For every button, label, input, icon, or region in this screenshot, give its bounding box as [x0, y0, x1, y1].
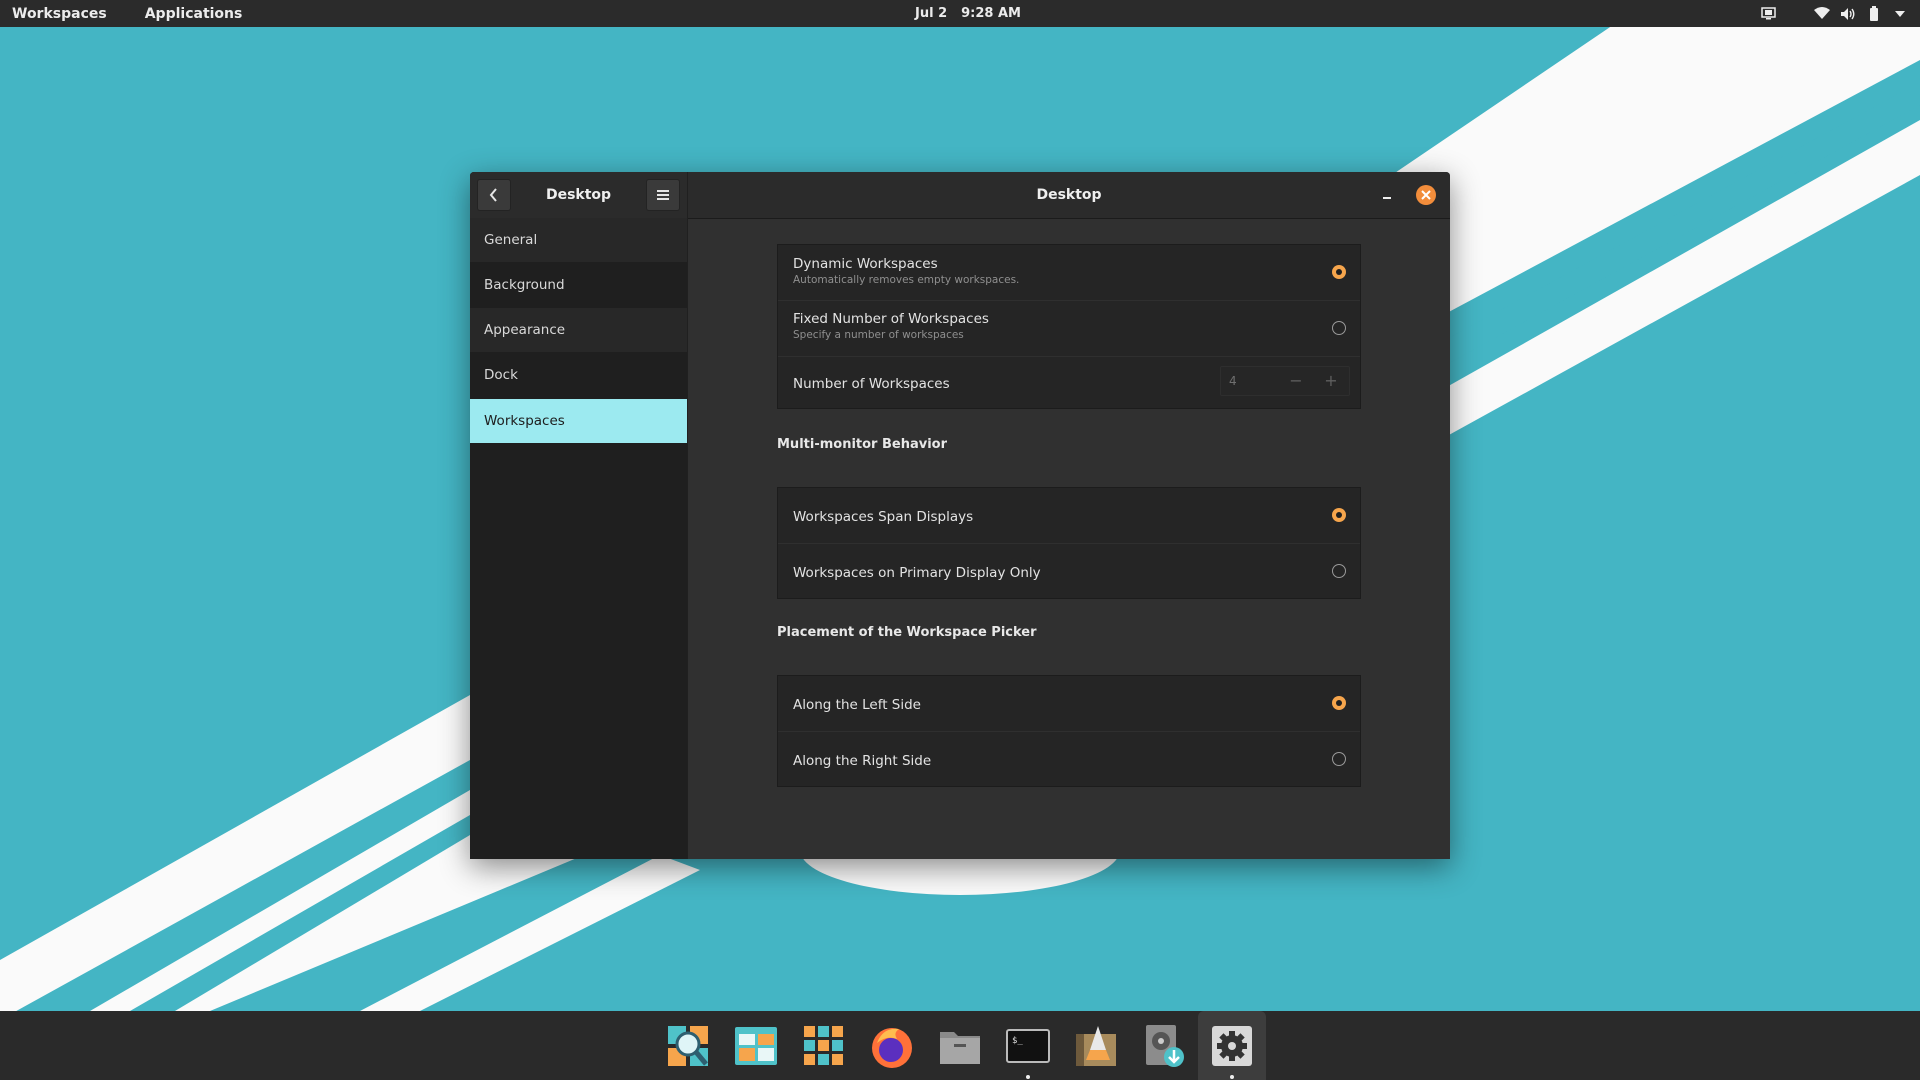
- volume-icon[interactable]: [1840, 6, 1856, 22]
- workspace-count-label: Number of Workspaces: [793, 376, 950, 392]
- option-title: Dynamic Workspaces: [793, 256, 938, 272]
- decrement-button[interactable]: −: [1281, 367, 1311, 395]
- dock-item-files[interactable]: [926, 1011, 994, 1080]
- option-title: Workspaces Span Displays: [793, 509, 974, 525]
- minimize-button[interactable]: [1379, 186, 1395, 202]
- option-subtitle: Specify a number of workspaces: [793, 329, 964, 341]
- fixed-workspaces-radio[interactable]: [1332, 321, 1346, 335]
- wifi-icon[interactable]: [1814, 6, 1830, 22]
- sidebar-header: Desktop: [470, 172, 687, 219]
- gallery-app-icon: [735, 1026, 777, 1065]
- running-indicator: [1230, 1075, 1234, 1079]
- firefox-icon: [872, 1027, 912, 1068]
- chevron-left-icon: [489, 188, 497, 202]
- dock-item-gallery[interactable]: [722, 1011, 790, 1080]
- dock-item-pop-shop[interactable]: [1062, 1011, 1130, 1080]
- sidebar-item-appearance[interactable]: Appearance: [470, 308, 687, 352]
- sidebar-item-general[interactable]: General: [470, 218, 687, 262]
- dynamic-workspaces-radio[interactable]: [1332, 265, 1346, 279]
- option-title: Fixed Number of Workspaces: [793, 311, 989, 327]
- left-side-radio[interactable]: [1332, 696, 1346, 710]
- screen-icon[interactable]: [1760, 6, 1776, 22]
- right-side-row[interactable]: Along the Right Side: [778, 732, 1360, 787]
- installer-icon: [1146, 1024, 1184, 1067]
- multimonitor-heading: Multi-monitor Behavior: [777, 437, 948, 452]
- sidebar-item-label: Appearance: [484, 322, 566, 338]
- dock-item-search[interactable]: [654, 1011, 722, 1080]
- option-title: Along the Right Side: [793, 753, 932, 769]
- workspaces-button[interactable]: Workspaces: [12, 6, 107, 22]
- running-indicator: [1026, 1075, 1030, 1079]
- sidebar-item-label: Dock: [484, 367, 518, 383]
- settings-icon: [1212, 1025, 1252, 1066]
- search-app-icon: [668, 1025, 708, 1066]
- sidebar-item-dock[interactable]: Dock: [470, 353, 687, 397]
- chevron-down-icon[interactable]: [1892, 6, 1908, 22]
- span-displays-row[interactable]: Workspaces Span Displays: [778, 488, 1360, 543]
- span-displays-radio[interactable]: [1332, 508, 1346, 522]
- window-title: Desktop: [1036, 187, 1102, 203]
- dock-item-firefox[interactable]: [858, 1011, 926, 1080]
- top-bar: Workspaces Applications Jul 2 9:28 AM: [0, 0, 1920, 27]
- option-title: Along the Left Side: [793, 697, 921, 713]
- close-icon: [1421, 190, 1431, 200]
- sidebar-item-label: Background: [484, 277, 565, 293]
- workspace-count-row: Number of Workspaces 4 − +: [778, 357, 1360, 408]
- right-side-radio[interactable]: [1332, 752, 1346, 766]
- dock-item-app-grid[interactable]: [790, 1011, 858, 1080]
- clock-time: 9:28 AM: [961, 6, 1021, 21]
- app-grid-icon: [804, 1025, 843, 1065]
- dock-item-settings[interactable]: [1198, 1011, 1266, 1080]
- primary-display-radio[interactable]: [1332, 564, 1346, 578]
- minimize-icon: [1383, 197, 1391, 199]
- close-button[interactable]: [1416, 185, 1436, 205]
- left-side-row[interactable]: Along the Left Side: [778, 676, 1360, 731]
- svg-text:$_: $_: [1012, 1036, 1023, 1046]
- picker-group: Along the Left Side Along the Right Side: [777, 675, 1361, 787]
- settings-window: Desktop General Background Appearance Do…: [470, 172, 1450, 859]
- sidebar-item-background[interactable]: Background: [470, 263, 687, 307]
- dock: $_: [0, 1011, 1920, 1080]
- dynamic-workspaces-row[interactable]: Dynamic Workspaces Automatically removes…: [778, 245, 1360, 300]
- increment-button[interactable]: +: [1316, 367, 1346, 395]
- terminal-icon: $_: [1006, 1028, 1050, 1063]
- sidebar-item-label: Workspaces: [484, 413, 565, 429]
- sidebar-item-label: General: [484, 232, 538, 248]
- dock-item-terminal[interactable]: $_: [994, 1011, 1062, 1080]
- workspace-count-stepper: 4 − +: [1220, 366, 1350, 396]
- applications-button[interactable]: Applications: [145, 6, 243, 22]
- picker-heading: Placement of the Workspace Picker: [777, 625, 1037, 640]
- option-subtitle: Automatically removes empty workspaces.: [793, 274, 1020, 286]
- sidebar: Desktop General Background Appearance Do…: [470, 172, 687, 859]
- battery-icon[interactable]: [1866, 6, 1882, 22]
- files-icon: [940, 1031, 980, 1064]
- multimonitor-group: Workspaces Span Displays Workspaces on P…: [777, 487, 1361, 599]
- back-button[interactable]: [477, 179, 511, 211]
- clock[interactable]: Jul 2 9:28 AM: [915, 0, 1021, 27]
- pop-shop-icon: [1076, 1025, 1116, 1066]
- workspace-mode-group: Dynamic Workspaces Automatically removes…: [777, 244, 1361, 409]
- primary-display-row[interactable]: Workspaces on Primary Display Only: [778, 544, 1360, 599]
- fixed-workspaces-row[interactable]: Fixed Number of Workspaces Specify a num…: [778, 301, 1360, 356]
- option-title: Workspaces on Primary Display Only: [793, 565, 1041, 581]
- content-header: Desktop: [688, 172, 1450, 219]
- workspace-count-value: 4: [1229, 374, 1237, 388]
- menu-button[interactable]: [646, 179, 680, 211]
- content-pane: Dynamic Workspaces Automatically removes…: [688, 219, 1450, 859]
- clock-date: Jul 2: [915, 6, 948, 21]
- sidebar-item-workspaces[interactable]: Workspaces: [470, 399, 687, 443]
- dock-item-installer[interactable]: [1130, 1011, 1198, 1080]
- hamburger-icon: [657, 190, 669, 200]
